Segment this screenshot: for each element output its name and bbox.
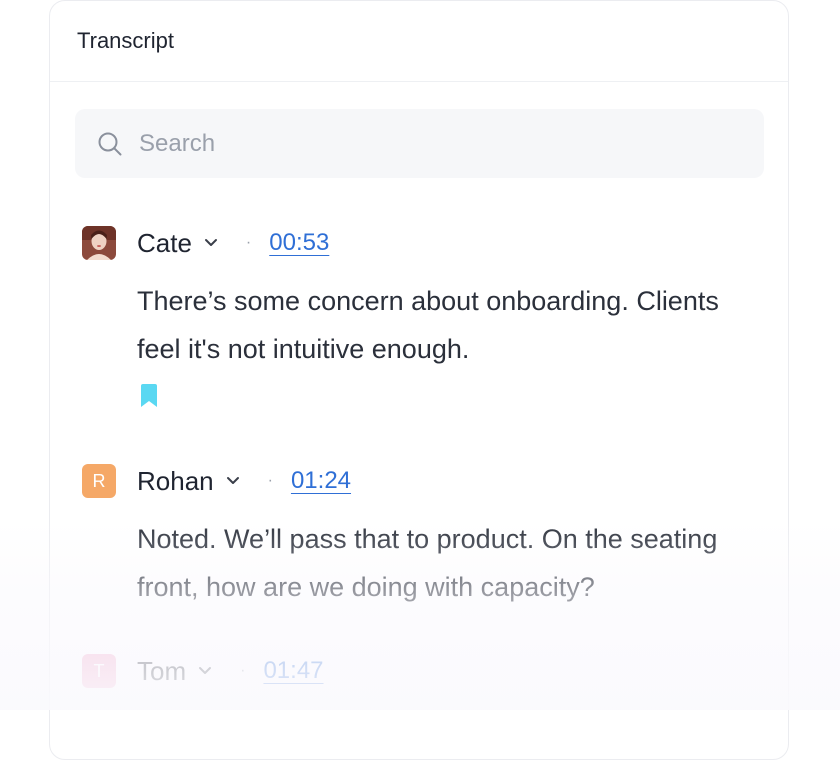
separator-dot: · [245, 234, 252, 251]
timestamp-link[interactable]: 01:47 [263, 657, 323, 685]
bookmark-icon[interactable] [139, 383, 762, 414]
chevron-down-icon[interactable] [204, 238, 218, 248]
transcript-text: There’s some concern about onboarding. C… [137, 286, 719, 364]
search-input[interactable] [137, 128, 701, 159]
chevron-down-icon[interactable] [226, 476, 240, 486]
transcript-entry: T Tom · 01:47 [82, 653, 762, 689]
separator-dot: · [240, 662, 246, 679]
transcript-entry: Cate · 00:53 There’s some concern about … [82, 225, 762, 414]
timestamp-link[interactable]: 00:53 [269, 229, 329, 257]
timestamp-link[interactable]: 01:24 [291, 467, 351, 495]
speaker-name[interactable]: Tom [137, 656, 186, 687]
entry-header: Cate · 00:53 [82, 225, 762, 261]
panel-header: Transcript [50, 1, 788, 82]
panel-title: Transcript [77, 28, 174, 53]
entry-header: T Tom · 01:47 [82, 653, 762, 689]
avatar [82, 226, 116, 260]
chevron-down-icon[interactable] [198, 666, 212, 676]
separator-dot: · [267, 472, 273, 489]
entry-header: R Rohan · 01:24 [82, 463, 762, 499]
avatar: R [82, 464, 116, 498]
speaker-name[interactable]: Cate [137, 228, 192, 259]
avatar: T [82, 654, 116, 688]
transcript-entry: R Rohan · 01:24 Noted. We’ll pass that t… [82, 463, 762, 611]
search-box[interactable] [75, 109, 764, 178]
speaker-name[interactable]: Rohan [137, 466, 214, 497]
transcript-panel: Transcript Cate [49, 0, 789, 760]
transcript-text: Noted. We’ll pass that to product. On th… [137, 524, 718, 602]
search-icon [97, 131, 123, 157]
